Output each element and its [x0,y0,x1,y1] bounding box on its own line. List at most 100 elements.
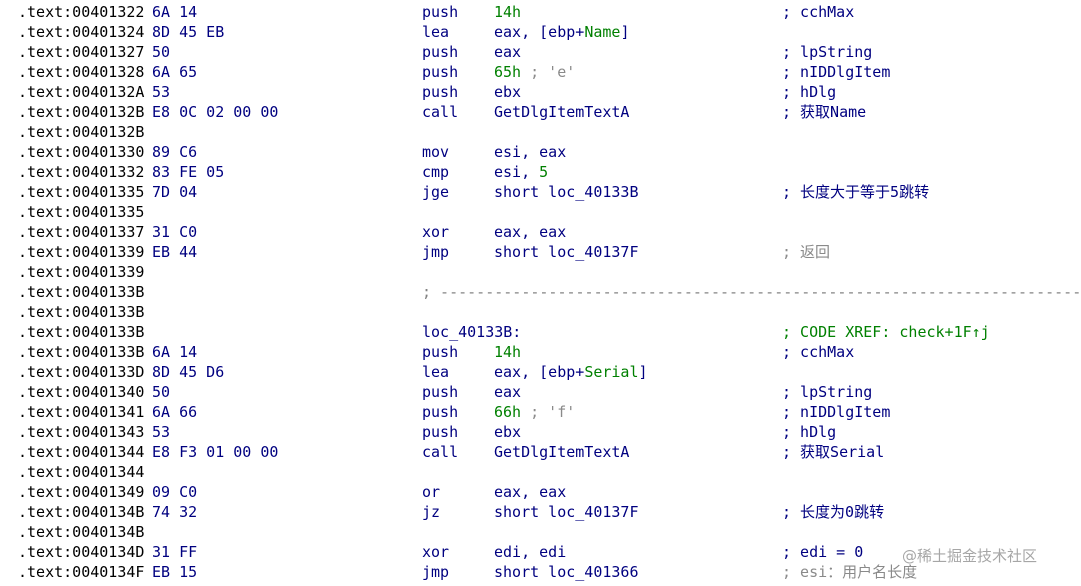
listing-line[interactable]: .text:0040134B [0,522,1081,542]
comment[interactable]: ; 返回 [782,242,830,262]
address[interactable]: .text:00401349 [18,482,144,502]
mnemonic[interactable]: lea [422,22,449,42]
opcode-bytes[interactable]: 83 FE 05 [152,162,224,182]
opcode-bytes[interactable]: EB 44 [152,242,197,262]
mnemonic[interactable]: push [422,382,458,402]
address[interactable]: .text:0040133B [18,342,144,362]
opcode-bytes[interactable]: 74 32 [152,502,197,522]
separator-comment[interactable]: ; --------------------------------------… [422,282,1081,302]
mnemonic[interactable]: or [422,482,440,502]
address[interactable]: .text:0040132B [18,122,144,142]
address[interactable]: .text:0040132B [18,102,144,122]
operand[interactable]: eax [494,382,521,402]
address[interactable]: .text:0040134F [18,562,144,582]
listing-line[interactable]: .text:0040132B E8 0C 02 00 00 call GetDlgIt… [0,102,1081,122]
opcode-bytes[interactable]: 53 [152,82,170,102]
mnemonic[interactable]: lea [422,362,449,382]
listing-line[interactable]: .text:00401343 53 push ebx ; hDlg [0,422,1081,442]
code-label[interactable]: loc_40133B: [422,322,521,342]
opcode-bytes[interactable]: 31 FF [152,542,197,562]
opcode-bytes[interactable]: 50 [152,382,170,402]
mnemonic[interactable]: jmp [422,242,449,262]
listing-line[interactable]: .text:00401322 6A 14 push 14h ; cchMax [0,2,1081,22]
comment[interactable]: ; lpString [782,382,872,402]
operand[interactable]: short loc_40133B [494,182,639,202]
opcode-bytes[interactable]: 89 C6 [152,142,197,162]
operand[interactable]: ebx [494,82,521,102]
comment[interactable]: ; nIDDlgItem [782,402,890,422]
address[interactable]: .text:00401337 [18,222,144,242]
listing-line[interactable]: .text:0040132A 53 push ebx ; hDlg [0,82,1081,102]
opcode-bytes[interactable]: 6A 14 [152,2,197,22]
comment[interactable]: ; 长度为0跳转 [782,502,884,522]
opcode-bytes[interactable]: 6A 66 [152,402,197,422]
operand[interactable]: short loc_40137F [494,502,639,522]
address[interactable]: .text:0040133B [18,322,144,342]
listing-line[interactable]: .text:00401327 50 push eax ; lpString [0,42,1081,62]
mnemonic[interactable]: xor [422,222,449,242]
comment[interactable]: ; lpString [782,42,872,62]
operand[interactable]: eax, eax [494,482,566,502]
address[interactable]: .text:00401330 [18,142,144,162]
mnemonic[interactable]: xor [422,542,449,562]
operand[interactable]: esi, eax [494,142,566,162]
address[interactable]: .text:00401339 [18,242,144,262]
operand[interactable]: eax, [ebp+Name] [494,22,629,42]
mnemonic[interactable]: push [422,402,458,422]
listing-line[interactable]: .text:0040132B [0,122,1081,142]
mnemonic[interactable]: push [422,2,458,22]
address[interactable]: .text:00401335 [18,182,144,202]
operand[interactable]: ebx [494,422,521,442]
opcode-bytes[interactable]: 6A 14 [152,342,197,362]
address[interactable]: .text:00401344 [18,462,144,482]
operand[interactable]: 65h ; 'e' [494,62,575,82]
comment[interactable]: ; cchMax [782,2,854,22]
listing-line[interactable]: .text:0040133B ; ------------------------… [0,282,1081,302]
mnemonic[interactable]: mov [422,142,449,162]
opcode-bytes[interactable]: 6A 65 [152,62,197,82]
mnemonic[interactable]: jz [422,502,440,522]
listing-line[interactable]: .text:00401339 EB 44 jmp short loc_40137F ; … [0,242,1081,262]
comment[interactable]: ; 长度大于等于5跳转 [782,182,929,202]
address[interactable]: .text:00401327 [18,42,144,62]
mnemonic[interactable]: push [422,342,458,362]
address[interactable]: .text:0040133B [18,282,144,302]
operand[interactable]: eax [494,42,521,62]
listing-line[interactable]: .text:00401340 50 push eax ; lpString [0,382,1081,402]
listing-line[interactable]: .text:0040133B 6A 14 push 14h ; cchMax [0,342,1081,362]
mnemonic[interactable]: jmp [422,562,449,582]
address[interactable]: .text:00401343 [18,422,144,442]
listing-line[interactable]: .text:00401339 [0,262,1081,282]
address[interactable]: .text:0040134B [18,522,144,542]
comment[interactable]: ; 获取Name [782,102,866,122]
listing-line[interactable]: .text:00401337 31 C0 xor eax, eax [0,222,1081,242]
listing-line[interactable]: .text:00401324 8D 45 EB lea eax, [ebp+Name] [0,22,1081,42]
opcode-bytes[interactable]: 09 C0 [152,482,197,502]
mnemonic[interactable]: call [422,442,458,462]
comment[interactable]: ; esi：用户名长度 [782,562,917,582]
listing-line[interactable]: .text:00401332 83 FE 05 cmp esi, 5 [0,162,1081,182]
listing-line[interactable]: .text:0040133B loc_40133B: ; CODE XREF: ch… [0,322,1081,342]
mnemonic[interactable]: jge [422,182,449,202]
mnemonic[interactable]: push [422,82,458,102]
comment[interactable]: ; hDlg [782,82,836,102]
operand[interactable]: esi, 5 [494,162,548,182]
comment[interactable]: ; hDlg [782,422,836,442]
address[interactable]: .text:00401340 [18,382,144,402]
comment[interactable]: ; nIDDlgItem [782,62,890,82]
address[interactable]: .text:0040134B [18,502,144,522]
comment[interactable]: ; CODE XREF: check+1F↑j [782,322,990,342]
opcode-bytes[interactable]: 7D 04 [152,182,197,202]
operand[interactable]: edi, edi [494,542,566,562]
mnemonic[interactable]: push [422,62,458,82]
address[interactable]: .text:00401328 [18,62,144,82]
listing-line[interactable]: .text:00401335 7D 04 jge short loc_40133B ; … [0,182,1081,202]
operand[interactable]: short loc_40137F [494,242,639,262]
mnemonic[interactable]: push [422,422,458,442]
listing-line[interactable]: .text:00401341 6A 66 push 66h ; 'f' ; nIDDlg… [0,402,1081,422]
comment[interactable]: ; 获取Serial [782,442,884,462]
mnemonic[interactable]: cmp [422,162,449,182]
opcode-bytes[interactable]: 50 [152,42,170,62]
operand[interactable]: 66h ; 'f' [494,402,575,422]
comment[interactable]: ; cchMax [782,342,854,362]
